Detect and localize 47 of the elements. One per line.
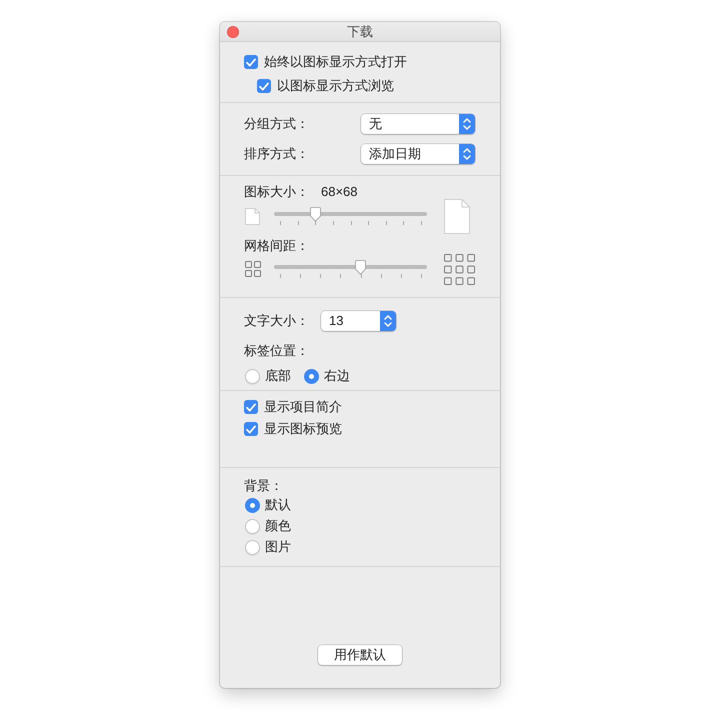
field-label: 背景： — [244, 478, 283, 494]
up-down-chevron-icon — [459, 144, 475, 164]
radio-button[interactable] — [245, 368, 260, 384]
checkbox-label: 始终以图标显示方式打开 — [264, 54, 407, 70]
slider-thumb[interactable] — [354, 260, 366, 274]
radio-button[interactable] — [245, 518, 260, 534]
radio-label: 图片 — [265, 539, 291, 555]
radio-button[interactable] — [245, 498, 260, 512]
slider[interactable] — [274, 260, 427, 278]
check-icon — [246, 58, 256, 66]
up-down-chevron-icon — [459, 114, 475, 134]
field-label: 排序方式： — [244, 146, 309, 162]
use-as-default-button[interactable]: 用作默认 — [318, 645, 402, 665]
slider-thumb[interactable] — [310, 207, 321, 222]
checkbox-label: 显示项目简介 — [264, 399, 342, 415]
slider-value: 68×68 — [321, 184, 358, 200]
popup-button[interactable]: 添加日期 — [361, 144, 475, 164]
slider-label: 图标大小： — [244, 184, 309, 199]
check-icon — [246, 424, 256, 434]
popup-button[interactable]: 13 — [321, 311, 396, 331]
slider-label: 网格间距： — [244, 238, 309, 253]
small-grid-icon — [245, 261, 261, 277]
check-icon — [246, 402, 256, 412]
field-label: 文字大小： — [244, 313, 309, 328]
popup-button[interactable]: 无 — [361, 114, 475, 134]
large-grid-icon — [444, 254, 475, 284]
checkbox[interactable] — [244, 422, 258, 436]
radio-label: 颜色 — [265, 518, 291, 534]
radio-label: 底部 — [265, 368, 291, 384]
checkbox[interactable] — [244, 400, 258, 414]
slider[interactable] — [274, 207, 427, 226]
window-title: 下载 — [347, 24, 373, 40]
small-document-icon — [245, 208, 260, 225]
radio-button[interactable] — [245, 540, 260, 554]
field-label: 标签位置： — [244, 343, 309, 359]
radio-label: 右边 — [324, 368, 350, 384]
up-down-chevron-icon — [380, 311, 396, 331]
check-icon — [259, 82, 269, 90]
checkbox[interactable] — [257, 79, 271, 93]
close-icon[interactable] — [227, 26, 239, 38]
checkbox-label: 显示图标预览 — [264, 421, 342, 437]
radio-button[interactable] — [304, 368, 319, 384]
field-label: 分组方式： — [244, 116, 309, 132]
checkbox-label: 以图标显示方式浏览 — [277, 78, 394, 94]
large-document-icon — [444, 199, 470, 234]
radio-label: 默认 — [265, 497, 291, 513]
checkbox[interactable] — [244, 55, 258, 69]
